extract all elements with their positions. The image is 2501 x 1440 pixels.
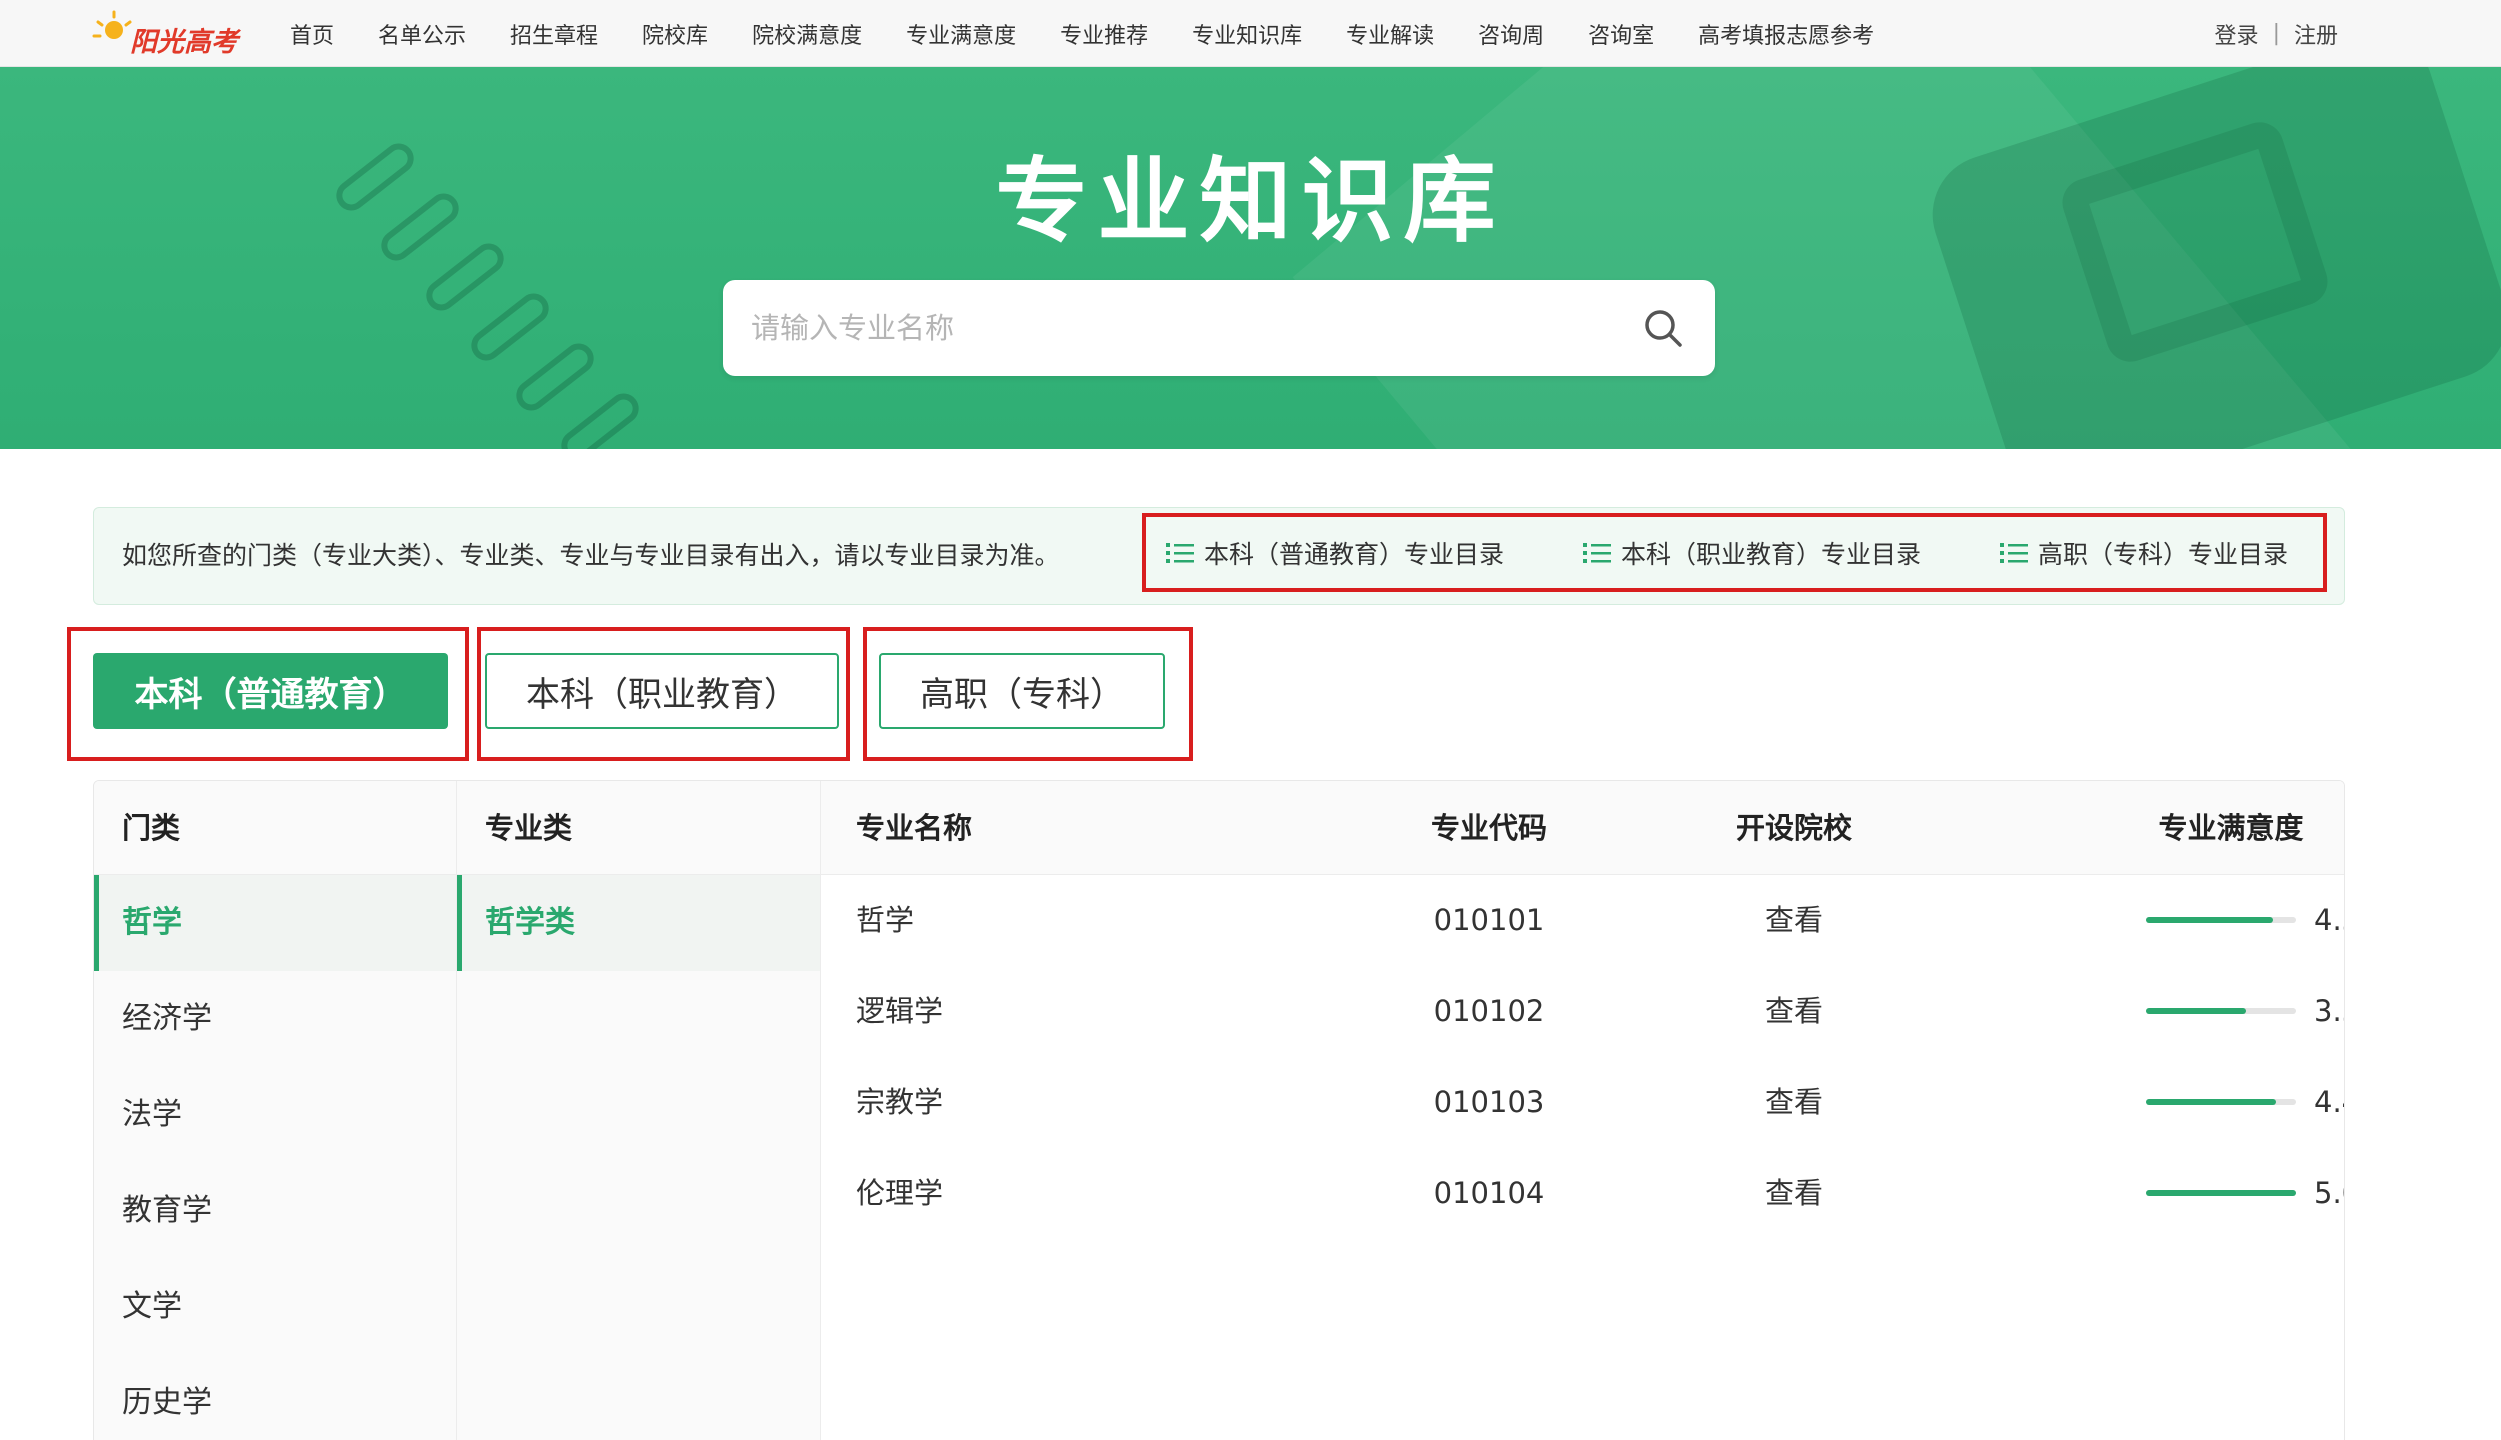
- nav-item-major-recommendation[interactable]: 专业推荐: [1060, 18, 1148, 50]
- nav-item-application-reference[interactable]: 高考填报志愿参考: [1698, 18, 1874, 50]
- auth-links: 登录 | 注册: [2215, 0, 2338, 67]
- catalog-links-group: 本科（普通教育）专业目录 本科（职业教育）专业目录 高职（专科）专业目录: [1142, 513, 2327, 592]
- satisfaction-bar-fill: [2146, 1008, 2246, 1014]
- category-header: 门类: [94, 781, 456, 875]
- nav-item-major-knowledge-base[interactable]: 专业知识库: [1192, 18, 1302, 50]
- satisfaction-score: 4.4: [2314, 1085, 2344, 1119]
- search-icon[interactable]: [1641, 306, 1685, 350]
- subcategory-header: 专业类: [457, 781, 820, 875]
- list-icon: [2000, 542, 2028, 563]
- major-name[interactable]: 逻辑学: [856, 966, 943, 1057]
- satisfaction-bar: [2146, 1190, 2296, 1196]
- notebook-ring-decoration: [510, 337, 600, 417]
- major-browser-panel: 门类 哲学 经济学 法学 教育学 文学 历史学 专业类 哲学类 专业名称 专业代…: [93, 780, 2345, 1440]
- tab-undergrad-general[interactable]: 本科（普通教育）: [93, 653, 448, 729]
- hero-banner: 专业知识库: [0, 67, 2501, 449]
- tab-vocational-college[interactable]: 高职（专科）: [879, 653, 1165, 729]
- category-item-education[interactable]: 教育学: [94, 1163, 456, 1259]
- notice-text: 如您所查的门类（专业大类）、专业类、专业与专业目录有出入，请以专业目录为准。: [122, 541, 1060, 570]
- nav-item-school-database[interactable]: 院校库: [642, 18, 708, 50]
- tab-undergrad-vocational[interactable]: 本科（职业教育）: [485, 653, 839, 729]
- satisfaction-bar: [2146, 1008, 2296, 1014]
- col-header-satisfaction: 专业满意度: [2158, 811, 2304, 845]
- satisfaction-score: 5.0: [2314, 1176, 2344, 1210]
- col-header-major-code: 专业代码: [1430, 811, 1547, 845]
- nav-item-major-interpretation[interactable]: 专业解读: [1346, 18, 1434, 50]
- nav-item-consult-week[interactable]: 咨询周: [1478, 18, 1544, 50]
- catalog-link-label: 本科（普通教育）专业目录: [1204, 539, 1505, 569]
- majors-table-header: 专业名称 专业代码 开设院校 专业满意度: [821, 781, 2344, 875]
- search-box: [723, 280, 1715, 376]
- nav-item-home[interactable]: 首页: [290, 18, 334, 50]
- notebook-ring-decoration: [555, 387, 645, 449]
- auth-divider: |: [2272, 21, 2280, 46]
- nav-item-consult-room[interactable]: 咨询室: [1588, 18, 1654, 50]
- table-row: 宗教学 010103 查看 4.4: [821, 1057, 2344, 1148]
- logo-text: 阳光高考: [130, 27, 238, 58]
- catalog-link-undergrad-vocational[interactable]: 本科（职业教育）专业目录: [1583, 535, 1921, 571]
- catalog-link-undergrad-general[interactable]: 本科（普通教育）专业目录: [1166, 535, 1504, 571]
- catalog-link-vocational-college[interactable]: 高职（专科）专业目录: [2000, 535, 2288, 571]
- col-header-schools: 开设院校: [1735, 811, 1852, 845]
- major-code: 010103: [1433, 1085, 1545, 1119]
- list-icon: [1166, 542, 1194, 563]
- subcategory-item-philosophy-class[interactable]: 哲学类: [457, 875, 820, 971]
- catalog-link-label: 高职（专科）专业目录: [2038, 539, 2289, 569]
- satisfaction-bar-fill: [2146, 1099, 2276, 1105]
- search-input[interactable]: [751, 304, 1611, 352]
- major-code: 010104: [1433, 1176, 1545, 1210]
- site-logo[interactable]: 阳光高考: [90, 6, 238, 62]
- page-title: 专业知识库: [995, 148, 1506, 255]
- category-item-history[interactable]: 历史学: [94, 1355, 456, 1440]
- subcategory-column: 专业类 哲学类: [457, 781, 821, 1440]
- view-schools-link[interactable]: 查看: [1721, 1057, 1867, 1148]
- satisfaction-bar: [2146, 917, 2296, 923]
- category-column: 门类 哲学 经济学 法学 教育学 文学 历史学: [94, 781, 457, 1440]
- major-name[interactable]: 伦理学: [856, 1148, 943, 1239]
- category-item-economics[interactable]: 经济学: [94, 971, 456, 1067]
- major-code: 010102: [1433, 994, 1545, 1028]
- nav-item-major-satisfaction[interactable]: 专业满意度: [906, 18, 1016, 50]
- table-row: 逻辑学 010102 查看 3.5: [821, 966, 2344, 1057]
- category-item-philosophy[interactable]: 哲学: [94, 875, 456, 971]
- login-link[interactable]: 登录: [2215, 18, 2259, 50]
- view-schools-link[interactable]: 查看: [1721, 1148, 1867, 1239]
- nav-item-list-publicity[interactable]: 名单公示: [378, 18, 466, 50]
- nav-item-school-satisfaction[interactable]: 院校满意度: [752, 18, 862, 50]
- major-name[interactable]: 哲学: [856, 875, 914, 966]
- view-schools-link[interactable]: 查看: [1721, 875, 1867, 966]
- register-link[interactable]: 注册: [2294, 18, 2338, 50]
- table-row: 伦理学 010104 查看 5.0: [821, 1148, 2344, 1239]
- view-schools-link[interactable]: 查看: [1721, 966, 1867, 1057]
- major-name[interactable]: 宗教学: [856, 1057, 943, 1148]
- list-icon: [1583, 542, 1611, 563]
- nav-item-admission-rules[interactable]: 招生章程: [510, 18, 598, 50]
- category-item-literature[interactable]: 文学: [94, 1259, 456, 1355]
- table-row: 哲学 010101 查看 4.3: [821, 875, 2344, 966]
- notebook-ring-decoration: [465, 287, 555, 367]
- satisfaction-bar-fill: [2146, 1190, 2296, 1196]
- major-code: 010101: [1433, 903, 1545, 937]
- catalog-link-label: 本科（职业教育）专业目录: [1621, 539, 1922, 569]
- top-navigation-bar: 阳光高考 首页 名单公示 招生章程 院校库 院校满意度 专业满意度 专业推荐 专…: [0, 0, 2501, 67]
- satisfaction-score: 4.3: [2314, 903, 2344, 937]
- satisfaction-score: 3.5: [2314, 994, 2344, 1028]
- satisfaction-bar-fill: [2146, 917, 2273, 923]
- category-item-law[interactable]: 法学: [94, 1067, 456, 1163]
- main-nav: 首页 名单公示 招生章程 院校库 院校满意度 专业满意度 专业推荐 专业知识库 …: [290, 0, 1918, 67]
- majors-table: 专业名称 专业代码 开设院校 专业满意度 哲学 010101 查看 4.3 逻辑…: [821, 781, 2344, 1440]
- col-header-major-name: 专业名称: [856, 811, 973, 845]
- satisfaction-bar: [2146, 1099, 2296, 1105]
